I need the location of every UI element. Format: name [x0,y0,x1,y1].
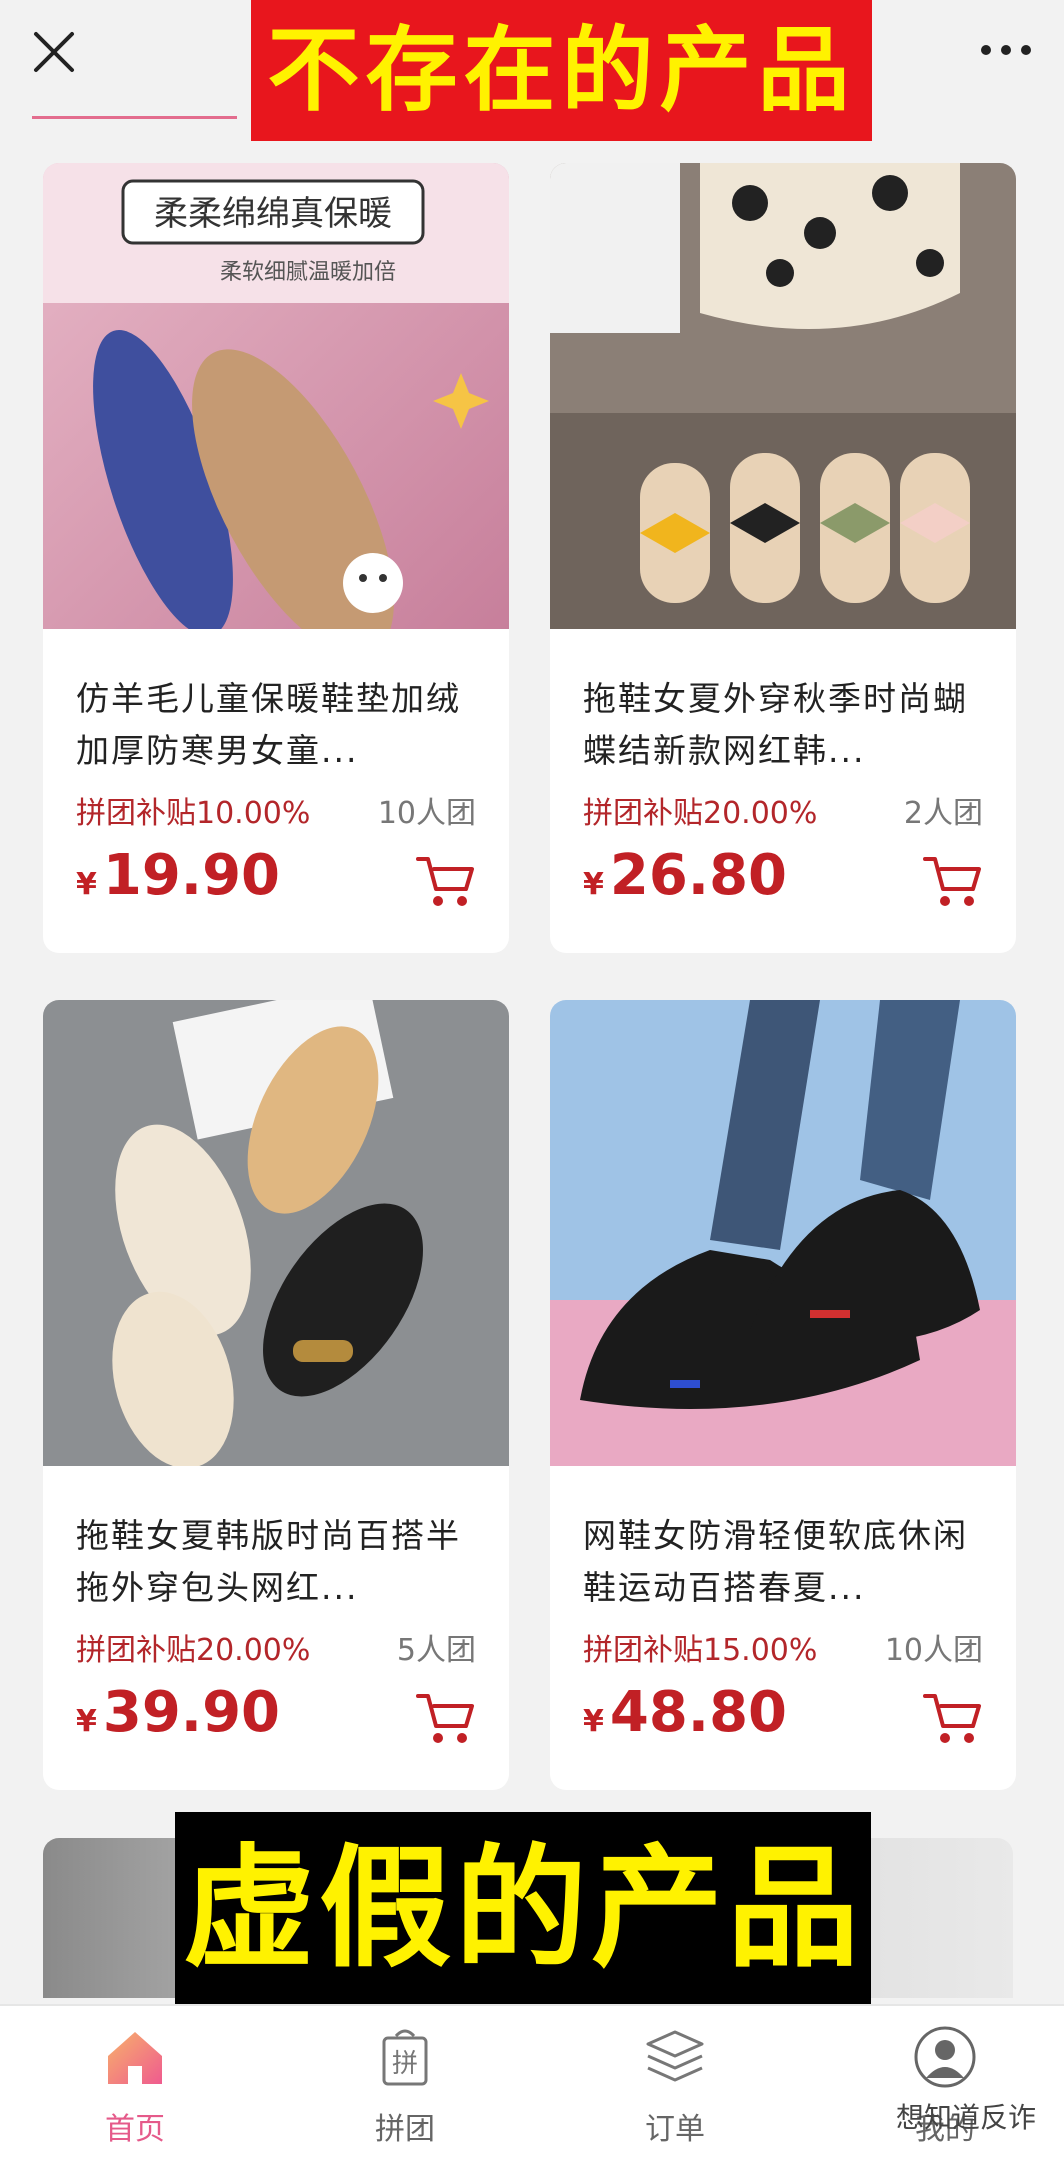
product-image-bow-slippers[interactable] [550,163,1016,629]
currency-symbol: ¥ [583,1704,604,1739]
product-title[interactable]: 拖鞋女夏外穿秋季时尚蝴蝶结新款网红韩... [583,673,983,777]
nav-item-orders[interactable]: 订单 [605,2022,745,2147]
currency-symbol: ¥ [583,867,604,902]
add-to-cart-icon[interactable] [921,853,983,909]
image-subcaption: 柔软细腻温暖加倍 [220,260,396,285]
warning-banner-top: 不存在的产品 [251,0,872,141]
more-options-icon[interactable] [976,30,1036,70]
subsidy-label: 拼团补贴10.00% [76,796,311,831]
group-buy-icon: 拼 [382,2029,428,2086]
image-caption: 柔柔绵绵真保暖 [154,194,392,234]
nav-item-group-buy[interactable]: 拼 拼团 [335,2022,475,2147]
warning-banner-bottom: 虚假的产品 [175,1812,871,2007]
group-size: 10人团 [884,1633,983,1668]
nav-label: 首页 [105,2112,165,2147]
add-to-cart-icon[interactable] [921,1690,983,1746]
product-image-insoles[interactable]: 柔柔绵绵真保暖 柔软细腻温暖加倍 [43,163,509,629]
add-to-cart-icon[interactable] [414,1690,476,1746]
product-card[interactable]: 网鞋女防滑轻便软底休闲鞋运动百搭春夏... 拼团补贴15.00% 10人团 ¥4… [550,1000,1016,1790]
price: ¥48.80 [583,1680,787,1745]
product-title[interactable]: 网鞋女防滑轻便软底休闲鞋运动百搭春夏... [583,1510,983,1614]
product-image-sneakers[interactable] [550,1000,1016,1466]
nav-item-home[interactable]: 首页 [65,2022,205,2147]
bottom-navigation: 首页 拼 拼团 订单 我的 [0,2004,1064,2172]
price-value: 39.90 [102,1680,281,1745]
product-card[interactable]: 拖鞋女夏韩版时尚百搭半拖外穿包头网红... 拼团补贴20.00% 5人团 ¥39… [43,1000,509,1790]
profile-icon [914,2026,976,2088]
group-size: 2人团 [903,796,983,831]
product-image-mules[interactable] [43,1000,509,1466]
subsidy-label: 拼团补贴20.00% [583,796,818,831]
currency-symbol: ¥ [76,1704,97,1739]
home-icon [108,2032,162,2084]
price: ¥26.80 [583,843,787,908]
product-title[interactable]: 拖鞋女夏韩版时尚百搭半拖外穿包头网红... [76,1510,476,1614]
orders-icon [646,2030,704,2082]
price-value: 19.90 [102,843,281,908]
subsidy-label: 拼团补贴20.00% [76,1633,311,1668]
product-title[interactable]: 仿羊毛儿童保暖鞋垫加绒加厚防寒男女童... [76,673,476,777]
subsidy-label: 拼团补贴15.00% [583,1633,818,1668]
group-size: 10人团 [377,796,476,831]
price-value: 48.80 [609,1680,788,1745]
product-card[interactable]: 柔柔绵绵真保暖 柔软细腻温暖加倍 仿羊毛儿童保暖鞋垫加绒加厚防寒男女童... 拼… [43,163,509,953]
price: ¥19.90 [76,843,280,908]
add-to-cart-icon[interactable] [414,853,476,909]
currency-symbol: ¥ [76,867,97,902]
active-tab-indicator [32,116,237,119]
close-icon[interactable] [28,26,80,78]
nav-label: 订单 [645,2112,705,2147]
watermark: 想知道反诈 [895,2101,1036,2134]
group-size: 5人团 [396,1633,476,1668]
price: ¥39.90 [76,1680,280,1745]
product-card[interactable]: 拖鞋女夏外穿秋季时尚蝴蝶结新款网红韩... 拼团补贴20.00% 2人团 ¥26… [550,163,1016,953]
price-value: 26.80 [609,843,788,908]
nav-label: 拼团 [375,2112,435,2147]
group-buy-icon-text: 拼 [392,2049,418,2079]
